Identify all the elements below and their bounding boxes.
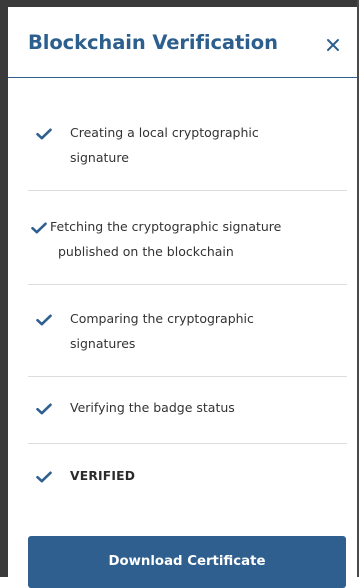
verified-status-label: VERIFIED	[70, 469, 136, 483]
step-label-line: signatures	[70, 336, 136, 351]
step-label-line: published on the blockchain	[58, 244, 234, 259]
dialog-title: Blockchain Verification	[28, 31, 278, 54]
dialog-header: Blockchain Verification	[8, 7, 357, 78]
checkmark-icon	[31, 222, 47, 234]
checkmark-icon	[36, 471, 52, 483]
step-item-local-signature: Creating a local cryptographic signature	[28, 78, 347, 191]
checkmark-icon	[36, 403, 52, 415]
step-label-line: Fetching the cryptographic signature	[50, 219, 282, 234]
download-certificate-button[interactable]: Download Certificate	[28, 536, 346, 588]
checkmark-icon	[36, 314, 52, 326]
step-item-verified: VERIFIED	[28, 444, 347, 514]
verification-dialog: Blockchain Verification Creating a local…	[0, 0, 359, 588]
checkmark-icon	[36, 128, 52, 140]
window-edge-left	[0, 0, 8, 577]
step-label-line: Creating a local cryptographic	[70, 125, 259, 140]
window-edge-top	[0, 0, 359, 7]
step-label-line: Verifying the badge status	[70, 400, 235, 415]
step-label-line: signature	[70, 150, 129, 165]
step-item-compare-signatures: Comparing the cryptographic signatures	[28, 285, 347, 377]
step-item-fetch-signature: Fetching the cryptographic signature pub…	[28, 191, 347, 285]
step-item-badge-status: Verifying the badge status	[28, 377, 347, 444]
download-certificate-label: Download Certificate	[108, 554, 266, 569]
close-button[interactable]	[319, 31, 347, 59]
close-icon	[327, 39, 339, 51]
step-label-line: Comparing the cryptographic	[70, 311, 254, 326]
